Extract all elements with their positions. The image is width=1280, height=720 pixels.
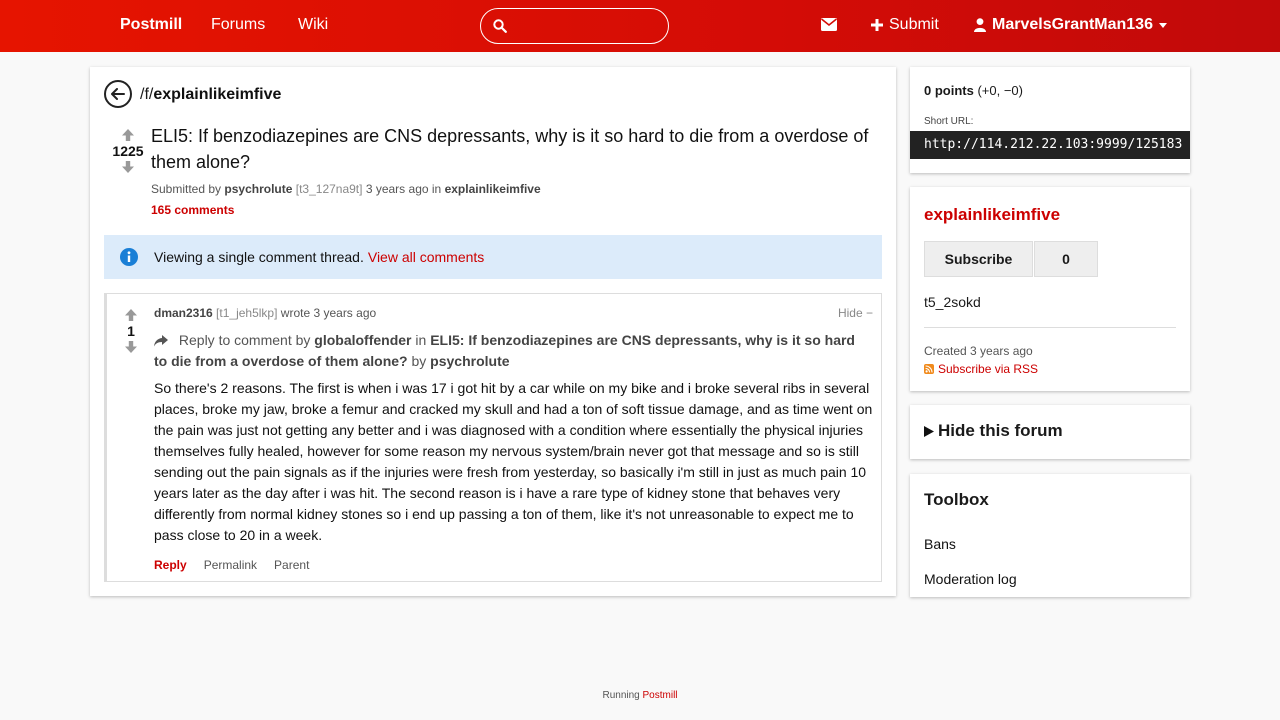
sidebar-forum-link[interactable]: explainlikeimfive <box>924 205 1060 225</box>
upvote-icon[interactable] <box>121 128 135 142</box>
forum-prefix: /f/ <box>140 86 154 103</box>
notice-text: Viewing a single comment thread. <box>154 249 364 265</box>
single-thread-notice: Viewing a single comment thread. View al… <box>104 235 882 279</box>
submit-button[interactable]: Submit <box>871 16 939 34</box>
moderation-log-link[interactable]: Moderation log <box>924 571 1017 587</box>
parent-link[interactable]: Parent <box>274 558 309 572</box>
post-forum-link[interactable]: explainlikeimfive <box>445 182 541 196</box>
post-meta: Submitted by psychrolute [t3_127na9t] 3 … <box>151 182 541 196</box>
reply-to-by-label: by <box>411 353 427 369</box>
envelope-icon <box>821 18 837 31</box>
forum-link[interactable]: explainlikeimfive <box>153 86 281 103</box>
post-in-label: in <box>431 182 442 196</box>
post-vote: 1225 <box>108 128 148 174</box>
forum-created: Created 3 years ago <box>924 344 1033 358</box>
comment-author-link[interactable]: dman2316 <box>154 306 213 320</box>
comments-count-link[interactable]: 165 comments <box>151 203 234 217</box>
plus-icon <box>871 19 883 31</box>
upvote-icon[interactable] <box>124 308 138 322</box>
comment-header: dman2316 [t1_jeh5lkp] wrote 3 years ago <box>154 306 376 320</box>
toolbox-card: Toolbox Bans Moderation log <box>910 474 1190 597</box>
search-icon <box>493 19 507 33</box>
reply-button[interactable]: Reply <box>154 558 187 572</box>
reply-to-line: Reply to comment by globaloffender in EL… <box>154 330 864 372</box>
comment-time: wrote 3 years ago <box>280 306 377 320</box>
points-summary: 0 points (+0, −0) <box>924 83 1023 98</box>
brand-link[interactable]: Postmill <box>120 16 182 34</box>
forum-id: t5_2sokd <box>924 294 981 310</box>
hide-forum-card: Hide this forum <box>910 405 1190 459</box>
nav-forums-link[interactable]: Forums <box>211 16 265 34</box>
back-arrow-icon <box>111 88 125 100</box>
footer: Running Postmill <box>0 690 1280 701</box>
post-time: 3 years ago <box>365 182 429 196</box>
nav-wiki-link[interactable]: Wiki <box>298 16 328 34</box>
short-url-field[interactable]: http://114.212.22.103:9999/125183 <box>910 131 1190 159</box>
forum-info-card: explainlikeimfive Subscribe 0 t5_2sokd C… <box>910 187 1190 391</box>
divider <box>924 327 1176 328</box>
view-all-comments-link[interactable]: View all comments <box>368 249 484 265</box>
post-author-link[interactable]: psychrolute <box>224 182 292 196</box>
post-info-card: 0 points (+0, −0) Short URL: http://114.… <box>910 67 1190 173</box>
rss-link[interactable]: Subscribe via RSS <box>924 362 1038 376</box>
post-score: 1225 <box>112 143 144 159</box>
reply-to-author-link[interactable]: psychrolute <box>430 353 509 369</box>
triangle-right-icon <box>924 425 934 437</box>
subscriber-count: 0 <box>1034 241 1098 277</box>
rss-icon <box>924 364 934 374</box>
reply-arrow-icon <box>154 335 168 347</box>
subscribe-button[interactable]: Subscribe <box>924 241 1033 277</box>
username-label: MarvelsGrantMan136 <box>992 16 1153 33</box>
reply-to-in-label: in <box>415 332 427 348</box>
user-menu-button[interactable]: MarvelsGrantMan136 <box>974 16 1167 34</box>
back-button[interactable] <box>104 80 132 108</box>
hide-forum-label: Hide this forum <box>938 421 1063 440</box>
comment-vote: 1 <box>115 308 147 354</box>
comment-score: 1 <box>127 323 135 339</box>
post-card: /f/explainlikeimfive 1225 ELI5: If benzo… <box>90 67 896 596</box>
comment-body: So there's 2 reasons. The first is when … <box>154 380 873 543</box>
footer-running: Running <box>602 690 640 701</box>
downvote-icon[interactable] <box>124 340 138 354</box>
short-url-label: Short URL: <box>924 116 974 127</box>
hide-comment-button[interactable]: Hide − <box>838 306 873 320</box>
reply-to-user-link[interactable]: globaloffender <box>314 332 411 348</box>
hide-forum-toggle[interactable]: Hide this forum <box>924 421 1063 441</box>
messages-button[interactable] <box>821 18 837 36</box>
submitted-by-label: Submitted by <box>151 182 222 196</box>
footer-postmill-link[interactable]: Postmill <box>643 690 678 701</box>
post-author-id: [t3_127na9t] <box>295 182 363 196</box>
points-detail: (+0, −0) <box>977 83 1023 98</box>
toolbox-title: Toolbox <box>924 490 989 509</box>
top-navbar: Postmill Forums Wiki Submit MarvelsGrant… <box>0 0 1280 52</box>
submit-label: Submit <box>889 16 939 33</box>
bans-link[interactable]: Bans <box>924 536 956 552</box>
permalink-link[interactable]: Permalink <box>204 558 257 572</box>
rss-label: Subscribe via RSS <box>938 362 1039 376</box>
downvote-icon[interactable] <box>121 160 135 174</box>
comment-actions: Reply Permalink Parent <box>154 558 309 572</box>
reply-to-prefix: Reply to comment by <box>178 332 311 348</box>
info-icon <box>120 248 138 266</box>
user-icon <box>974 18 986 32</box>
search-input[interactable] <box>480 8 669 44</box>
post-title[interactable]: ELI5: If benzodiazepines are CNS depress… <box>151 123 881 175</box>
forum-breadcrumb: /f/explainlikeimfive <box>140 86 281 104</box>
comment-author-id: [t1_jeh5lkp] <box>216 306 278 320</box>
caret-down-icon <box>1158 22 1167 28</box>
comment: 1 dman2316 [t1_jeh5lkp] wrote 3 years ag… <box>104 293 882 582</box>
points-value: 0 points <box>924 83 974 98</box>
